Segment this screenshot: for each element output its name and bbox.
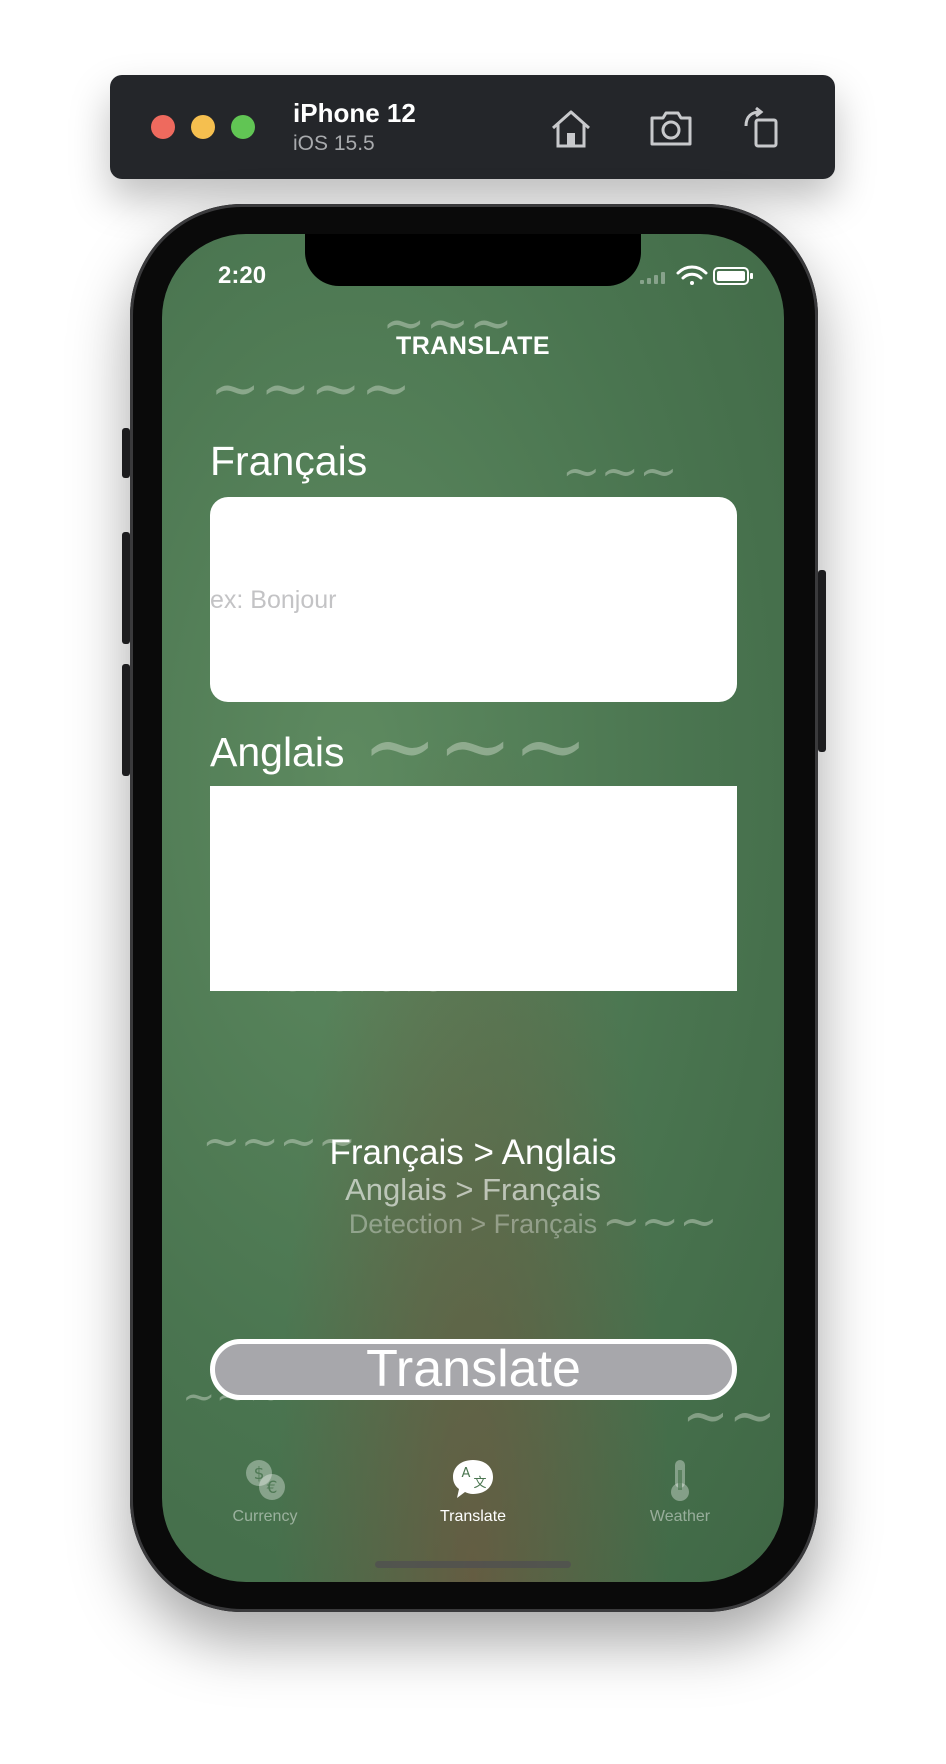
minimize-window-button[interactable] xyxy=(191,115,215,139)
svg-text:文: 文 xyxy=(473,1476,486,1491)
tab-currency[interactable]: $ € Currency xyxy=(195,1456,335,1526)
tab-label: Weather xyxy=(649,1508,711,1525)
tab-weather[interactable]: Weather xyxy=(610,1456,750,1526)
chalk-decoration: ~~~ xyxy=(362,694,589,799)
zoom-window-button[interactable] xyxy=(231,115,255,139)
thermometer-icon xyxy=(671,1460,689,1501)
signal-icon xyxy=(640,272,665,284)
notch xyxy=(305,234,641,286)
translate-button[interactable]: Translate xyxy=(210,1339,737,1400)
source-language-label: Français xyxy=(210,438,368,484)
battery-icon xyxy=(713,267,753,285)
language-picker-option[interactable]: Anglais > Français xyxy=(162,1172,784,1208)
close-window-button[interactable] xyxy=(151,115,175,139)
nav-title: TRANSLATE xyxy=(395,332,551,360)
screenshot-icon[interactable] xyxy=(647,104,695,152)
os-version: iOS 15.5 xyxy=(293,132,375,155)
svg-text:A: A xyxy=(462,1466,471,1481)
simulator-window: iPhone 12 iOS 15.5 ~~~~ ~~~ ~~~ ~~~ ~~~~… xyxy=(0,0,946,1764)
source-text-placeholder: ex: Bonjour xyxy=(210,586,337,614)
status-icons xyxy=(640,265,753,285)
chalk-decoration: ~~~ xyxy=(562,444,678,498)
translate-icon: A 文 xyxy=(453,1460,493,1498)
currency-icon: $ € xyxy=(246,1460,285,1500)
status-time: 2:20 xyxy=(218,262,267,289)
home-indicator[interactable] xyxy=(375,1561,571,1568)
wifi-icon xyxy=(676,265,708,285)
simulator-toolbar xyxy=(110,75,835,179)
language-picker-option[interactable]: Detection > Français xyxy=(162,1209,784,1240)
home-icon[interactable] xyxy=(547,104,595,152)
tab-label: Currency xyxy=(232,1508,298,1525)
rotate-icon[interactable] xyxy=(738,104,786,152)
device-name: iPhone 12 xyxy=(293,98,416,128)
volume-down-button xyxy=(122,664,130,776)
target-language-label: Anglais xyxy=(210,729,345,775)
tab-label: Translate xyxy=(439,1508,507,1525)
svg-text:€: € xyxy=(267,1478,278,1498)
mute-switch xyxy=(122,428,130,478)
translated-text-output[interactable] xyxy=(210,786,737,991)
tab-translate[interactable]: A 文 Translate xyxy=(403,1456,543,1526)
language-picker-option-selected[interactable]: Français > Anglais xyxy=(162,1133,784,1173)
power-button xyxy=(818,570,826,752)
volume-up-button xyxy=(122,532,130,644)
chalk-decoration: ~~~~ xyxy=(210,354,412,424)
